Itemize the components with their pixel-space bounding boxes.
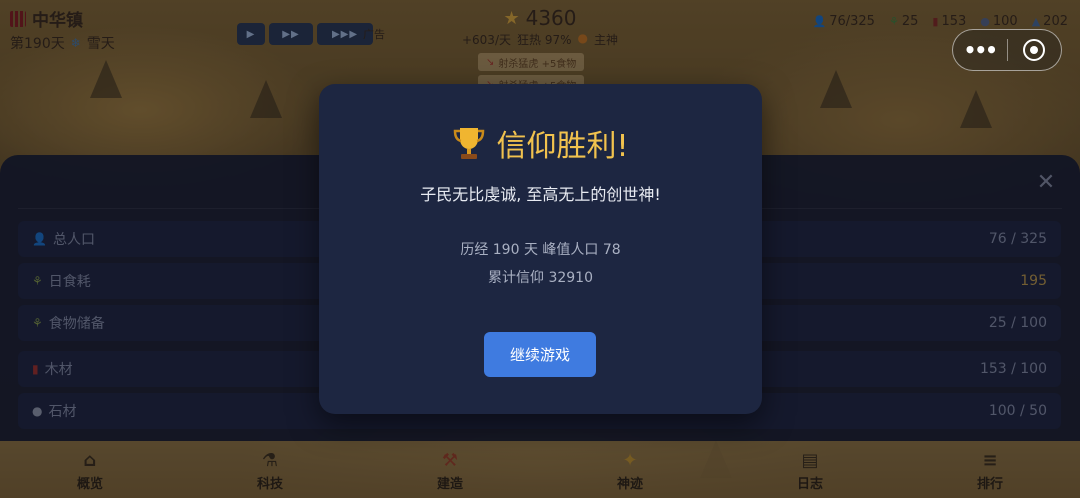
miniprogram-capsule: •••	[952, 29, 1062, 71]
modal-title: 信仰胜利!	[319, 121, 762, 165]
modal-subtitle: 子民无比虔诚, 至高无上的创世神!	[420, 185, 661, 204]
victory-modal: 信仰胜利! 子民无比虔诚, 至高无上的创世神! 历经 190 天 峰值人口 78…	[319, 84, 762, 414]
more-icon: •••	[963, 38, 998, 62]
continue-game-button[interactable]: 继续游戏	[484, 332, 596, 377]
target-icon	[1023, 39, 1046, 61]
trophy-icon	[454, 128, 485, 159]
stats-line-total-faith: 累计信仰 32910	[488, 270, 593, 286]
modal-stats: 历经 190 天 峰值人口 78 累计信仰 32910	[319, 236, 762, 292]
more-button[interactable]: •••	[953, 30, 1007, 70]
stats-line-days-population: 历经 190 天 峰值人口 78	[460, 242, 621, 258]
close-miniprogram-button[interactable]	[1008, 30, 1062, 70]
